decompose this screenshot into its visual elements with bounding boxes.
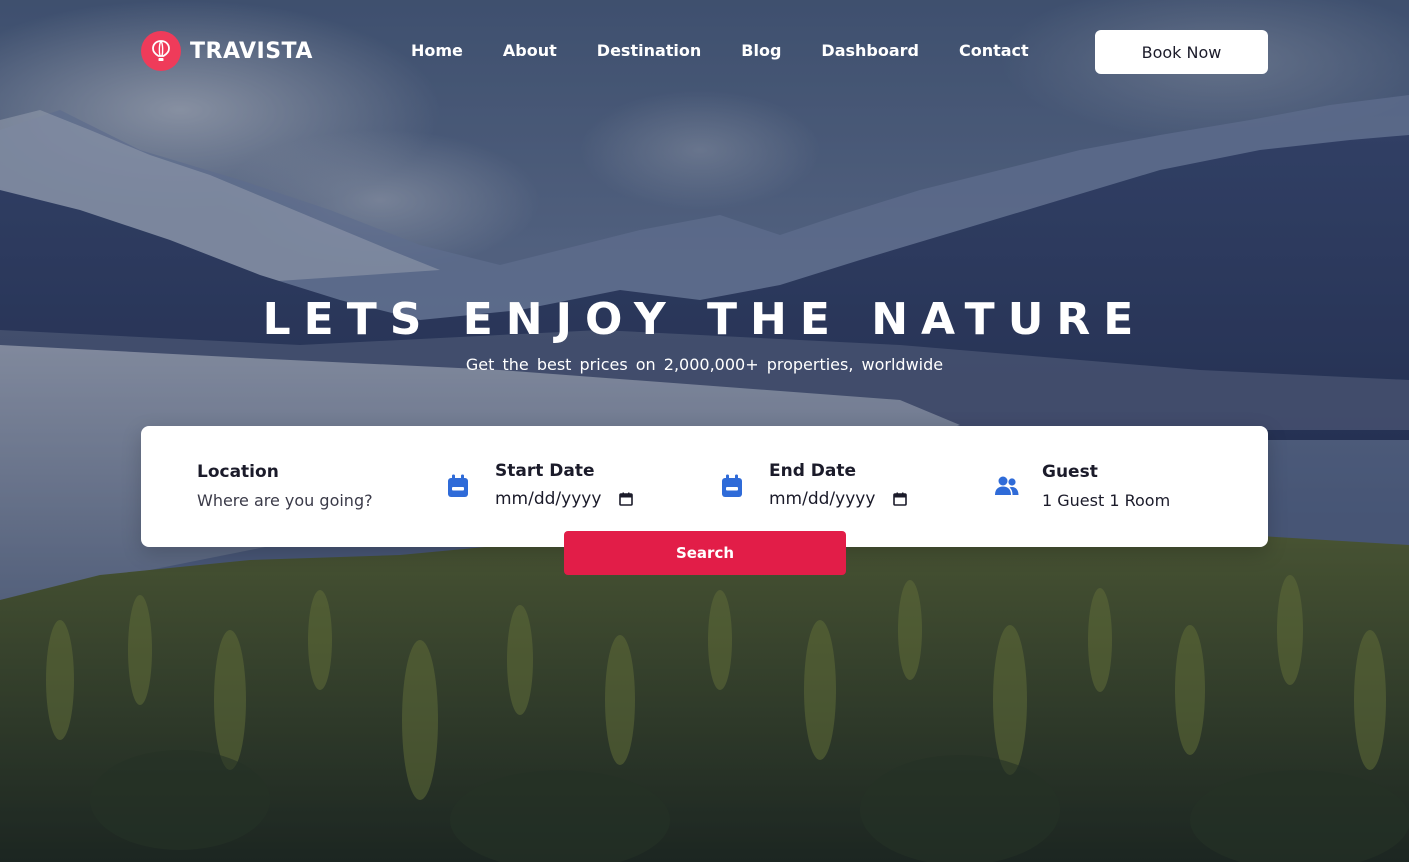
guest-value[interactable]: 1 Guest 1 Room — [1042, 491, 1170, 510]
location-field[interactable]: Location Where are you going? — [197, 426, 457, 547]
end-date-field: End Date mm/dd/yyyy — [720, 426, 980, 547]
start-date-field: Start Date mm/dd/yyyy — [446, 426, 706, 547]
book-now-button[interactable]: Book Now — [1095, 30, 1268, 74]
location-label: Location — [197, 462, 279, 482]
calendar-picker-icon[interactable] — [619, 492, 634, 506]
nav-link-dashboard[interactable]: Dashboard — [821, 41, 919, 60]
hero-title: LETS ENJOY THE NATURE — [262, 294, 1147, 345]
hero-subtitle: Get the best prices on 2,000,000+ proper… — [465, 355, 944, 374]
guest-field[interactable]: Guest 1 Guest 1 Room — [994, 426, 1234, 547]
hot-air-balloon-icon — [141, 31, 181, 71]
nav-link-destination[interactable]: Destination — [597, 41, 702, 60]
main-nav: Home About Destination Blog Dashboard Co… — [411, 41, 1029, 60]
calendar-picker-icon[interactable] — [893, 492, 908, 506]
calendar-icon — [722, 474, 742, 497]
end-date-label: End Date — [769, 461, 857, 481]
search-panel: Location Where are you going? Start Date… — [141, 426, 1268, 547]
nav-link-about[interactable]: About — [503, 41, 557, 60]
search-button[interactable]: Search — [564, 531, 846, 575]
users-icon — [995, 476, 1019, 495]
location-input[interactable]: Where are you going? — [197, 491, 373, 510]
guest-label: Guest — [1042, 462, 1098, 482]
top-navbar: TRAVISTA Home About Destination Blog Das… — [0, 0, 1409, 104]
start-date-value: mm/dd/yyyy — [495, 489, 602, 509]
brand-name: TRAVISTA — [190, 38, 313, 64]
nav-link-blog[interactable]: Blog — [741, 41, 781, 60]
calendar-icon — [448, 474, 468, 497]
end-date-value: mm/dd/yyyy — [769, 489, 876, 509]
end-date-input[interactable]: mm/dd/yyyy — [769, 489, 908, 509]
nav-link-home[interactable]: Home — [411, 41, 463, 60]
brand-logo[interactable]: TRAVISTA — [141, 31, 313, 71]
nav-link-contact[interactable]: Contact — [959, 41, 1029, 60]
start-date-label: Start Date — [495, 461, 595, 481]
start-date-input[interactable]: mm/dd/yyyy — [495, 489, 634, 509]
